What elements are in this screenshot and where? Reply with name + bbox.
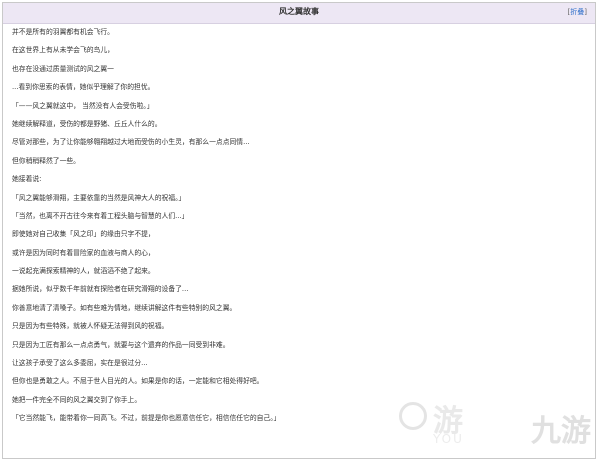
panel-title: 风之翼故事 (279, 7, 319, 16)
story-line: 她继续解释道，受伤的都是野猪、丘丘人什么的。 (12, 119, 162, 128)
story-line: 「当然，也离不开古往今来有着工程头脑与智慧的人们...」 (12, 211, 189, 220)
story-line: 让这孩子承受了这么多委屈，实在是很过分... (12, 359, 148, 368)
collapse-link[interactable]: 折叠 (570, 8, 584, 16)
panel-header: 风之翼故事 [折叠] (3, 3, 595, 24)
story-line: 她把一件完全不同的风之翼交到了你手上。 (12, 395, 142, 404)
story-line: 「它当然能飞，能带着你一同高飞。不过，前提是你也愿意信任它，相信信任它的自己。」 (12, 414, 281, 423)
story-line: 据她所说，似乎数千年前就有探险者在研究滑翔的设备了... (12, 285, 189, 294)
story-line: 「——风之翼就这中， 当然没有人会受伤啦。」 (12, 101, 154, 110)
story-line: 但你稍稍释然了一些。 (12, 156, 80, 165)
story-line: 她接着说: (12, 175, 42, 184)
story-line: 或许是因为同时有着冒险家的血液与商人的心， (12, 248, 155, 257)
story-line: 也存在没通过质量测试的风之翼一 (12, 64, 114, 73)
story-line: ...看到你思索的表情，她似乎理解了你的担忧。 (12, 83, 155, 92)
story-line: 只是因为有些特殊，就被人怀疑无法得到风的祝福。 (12, 322, 169, 331)
story-line: 并不是所有的羽翼都有机会飞行。 (12, 28, 114, 36)
collapse-bracket-close: ] (584, 8, 587, 16)
story-content: 并不是所有的羽翼都有机会飞行。 在这世界上有从未学会飞的鸟儿， 也存在没通过质量… (12, 28, 585, 458)
story-line: 尽管对那些，为了让你能够翱翔越过大地而受伤的小生灵，有那么一点点同情... (12, 138, 250, 147)
story-panel: 风之翼故事 [折叠] 并不是所有的羽翼都有机会飞行。 在这世界上有从未学会飞的鸟… (2, 2, 596, 459)
story-line: 一说起充满探索精神的人，就滔滔不绝了起来。 (12, 267, 155, 276)
story-line: 即使她对自己收集「风之印」的缘由只字不提， (12, 230, 155, 239)
collapse-toggle[interactable]: [折叠] (568, 7, 587, 17)
story-line: 但你也是勇敢之人。不屈于世人目光的人。如果是你的话，一定能和它相处得好吧。 (12, 377, 264, 386)
story-line: 「风之翼能够滑翔，主要依靠的当然是风神大人的祝福。」 (12, 193, 186, 202)
story-line: 只是因为工匠有那么一点点勇气，就要与这个遗弃的作品一同受到非难。 (12, 340, 230, 349)
story-line: 你善意地清了清嗓子。如有些难为情地，继续讲解这件有些特别的风之翼。 (12, 303, 237, 312)
story-line: 在这世界上有从未学会飞的鸟儿， (12, 46, 114, 55)
